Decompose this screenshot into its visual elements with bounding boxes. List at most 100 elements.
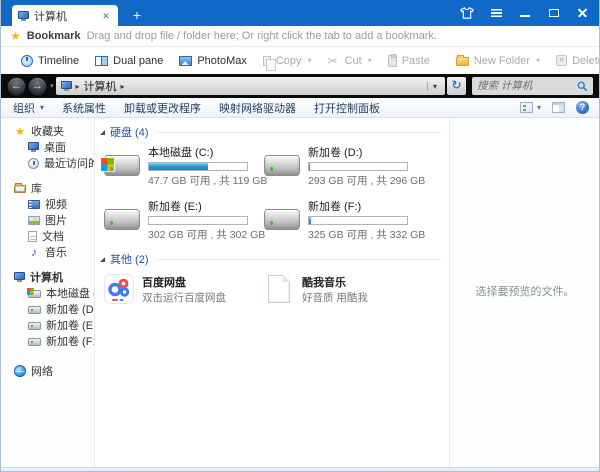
toolbar: Timeline Dual pane PhotoMax Copy Cut Pas… bbox=[0, 47, 600, 74]
sidebar-group-computer[interactable]: 计算机 bbox=[0, 269, 94, 285]
sidebar-item-desktop[interactable]: 桌面 bbox=[0, 139, 94, 155]
bookmark-bar[interactable]: Bookmark Drag and drop file / folder her… bbox=[0, 26, 600, 47]
sidebar-item-music[interactable]: 音乐 bbox=[0, 244, 94, 260]
breadcrumb-arrow-icon[interactable] bbox=[121, 82, 125, 91]
preview-pane: 选择要预览的文件。 bbox=[449, 118, 600, 467]
new-folder-icon bbox=[456, 57, 469, 66]
paste-label: Paste bbox=[402, 55, 430, 67]
group-header-hard-disks[interactable]: 硬盘 (4) bbox=[100, 124, 441, 140]
photomax-icon bbox=[179, 56, 192, 66]
chevron-down-icon[interactable] bbox=[368, 56, 372, 65]
help-icon[interactable] bbox=[576, 101, 589, 114]
system-properties-button[interactable]: 系统属性 bbox=[53, 100, 115, 116]
capacity-bar bbox=[308, 216, 408, 225]
capacity-bar-fill bbox=[149, 163, 208, 170]
timeline-button[interactable]: Timeline bbox=[13, 50, 87, 72]
sidebar-item-pictures[interactable]: 图片 bbox=[0, 212, 94, 228]
tab-close-icon[interactable] bbox=[100, 10, 112, 22]
breadcrumb[interactable]: 计算机 bbox=[56, 77, 445, 95]
sidebar-item-label: 本地磁盘 (C:) bbox=[46, 285, 95, 301]
address-dropdown-icon[interactable] bbox=[427, 82, 440, 91]
search-input[interactable] bbox=[477, 80, 577, 92]
refresh-button[interactable] bbox=[447, 77, 466, 95]
open-control-panel-button[interactable]: 打开控制面板 bbox=[305, 100, 389, 116]
sidebar-item-recent-places[interactable]: 最近访问的位置 bbox=[0, 155, 94, 171]
breadcrumb-arrow-icon[interactable] bbox=[76, 82, 80, 91]
file-list-pane: 硬盘 (4) 本地磁盘 (C:) 47.7 GB 可用 , 共 119 GB 新… bbox=[95, 118, 449, 467]
dual-pane-label: Dual pane bbox=[113, 55, 163, 67]
drive-tile-c[interactable]: 本地磁盘 (C:) 47.7 GB 可用 , 共 119 GB bbox=[104, 147, 264, 188]
sidebar-item-label: 视频 bbox=[45, 196, 67, 212]
photomax-label: PhotoMax bbox=[197, 55, 247, 67]
menu-icon[interactable] bbox=[489, 6, 503, 20]
libraries-icon bbox=[14, 185, 26, 193]
drive-tile-d[interactable]: 新加卷 (D:) 293 GB 可用 , 共 296 GB bbox=[264, 147, 424, 188]
sidebar-item-label: 文档 bbox=[42, 228, 64, 244]
minimize-icon[interactable] bbox=[518, 6, 532, 20]
recent-pages-chevron-icon[interactable] bbox=[50, 82, 54, 90]
app-name: 百度网盘 bbox=[142, 276, 246, 290]
sidebar-item-drive-d[interactable]: 新加卷 (D:) bbox=[0, 301, 94, 317]
tab-computer[interactable]: 计算机 bbox=[12, 5, 118, 26]
chevron-down-icon[interactable] bbox=[536, 56, 540, 65]
computer-icon bbox=[14, 272, 25, 280]
sidebar-group-label: 收藏夹 bbox=[31, 123, 64, 139]
bookmark-hint: Drag and drop file / folder here; Or rig… bbox=[87, 30, 437, 42]
organize-menu[interactable]: 组织 bbox=[4, 100, 53, 116]
sidebar-item-label: 图片 bbox=[45, 212, 67, 228]
network-icon bbox=[14, 365, 26, 377]
preview-pane-toggle-icon[interactable] bbox=[552, 102, 565, 113]
sidebar-item-videos[interactable]: 视频 bbox=[0, 196, 94, 212]
app-tile-baidu-netdisk[interactable]: 百度网盘 双击运行百度网盘 bbox=[104, 274, 264, 305]
search-icon[interactable] bbox=[577, 81, 588, 92]
new-tab-button[interactable] bbox=[129, 7, 145, 23]
sidebar-group-network[interactable]: 网络 bbox=[0, 363, 94, 379]
command-bar: 组织 系统属性 卸载或更改程序 映射网络驱动器 打开控制面板 bbox=[0, 98, 600, 118]
dual-pane-button[interactable]: Dual pane bbox=[87, 50, 171, 72]
capacity-bar bbox=[148, 162, 248, 171]
open-control-panel-label: 打开控制面板 bbox=[314, 100, 380, 116]
chevron-down-icon[interactable] bbox=[308, 56, 312, 65]
breadcrumb-location[interactable]: 计算机 bbox=[84, 78, 117, 94]
desktop-icon bbox=[28, 142, 39, 150]
change-view-button[interactable] bbox=[520, 102, 541, 113]
photomax-button[interactable]: PhotoMax bbox=[171, 50, 255, 72]
timeline-label: Timeline bbox=[38, 55, 79, 67]
delete-button[interactable]: Delete bbox=[548, 50, 600, 72]
forward-button[interactable] bbox=[28, 77, 47, 96]
timeline-clock-icon bbox=[21, 55, 33, 67]
copy-button[interactable]: Copy bbox=[255, 50, 320, 72]
paste-icon bbox=[388, 55, 397, 67]
sidebar-item-label: 新加卷 (F:) bbox=[46, 333, 95, 349]
maximize-icon[interactable] bbox=[547, 6, 561, 20]
sidebar-item-label: 音乐 bbox=[45, 244, 67, 260]
back-button[interactable] bbox=[7, 77, 26, 96]
paste-button[interactable]: Paste bbox=[380, 50, 438, 72]
clover-skin-shirt-icon[interactable] bbox=[460, 6, 474, 20]
uninstall-program-button[interactable]: 卸载或更改程序 bbox=[115, 100, 210, 116]
sidebar-item-drive-c[interactable]: 本地磁盘 (C:) bbox=[0, 285, 94, 301]
drive-tile-e[interactable]: 新加卷 (E:) 302 GB 可用 , 共 302 GB bbox=[104, 201, 264, 242]
app-tile-kuwo-music[interactable]: 酷我音乐 好音质 用酷我 bbox=[264, 274, 424, 305]
organize-label: 组织 bbox=[13, 100, 35, 116]
kuwo-music-icon bbox=[268, 275, 290, 303]
collapse-triangle-icon bbox=[100, 130, 105, 135]
sidebar-item-drive-f[interactable]: 新加卷 (F:) bbox=[0, 333, 94, 349]
new-folder-button[interactable]: New Folder bbox=[448, 50, 548, 72]
group-header-label: 其他 (2) bbox=[110, 251, 149, 267]
drive-icon bbox=[28, 338, 41, 346]
sidebar-group-libraries[interactable]: 库 bbox=[0, 180, 94, 196]
system-properties-label: 系统属性 bbox=[62, 100, 106, 116]
chevron-down-icon bbox=[40, 103, 44, 112]
search-box[interactable] bbox=[472, 77, 593, 95]
group-header-other[interactable]: 其他 (2) bbox=[100, 251, 441, 267]
hard-drive-icon bbox=[104, 155, 140, 176]
music-icon bbox=[28, 245, 40, 259]
close-icon[interactable] bbox=[576, 6, 590, 20]
drive-tile-f[interactable]: 新加卷 (F:) 325 GB 可用 , 共 332 GB bbox=[264, 201, 424, 242]
sidebar-item-documents[interactable]: 文档 bbox=[0, 228, 94, 244]
sidebar-group-favorites[interactable]: 收藏夹 bbox=[0, 123, 94, 139]
sidebar-item-drive-e[interactable]: 新加卷 (E:) bbox=[0, 317, 94, 333]
cut-button[interactable]: Cut bbox=[320, 50, 380, 72]
map-network-drive-button[interactable]: 映射网络驱动器 bbox=[210, 100, 305, 116]
